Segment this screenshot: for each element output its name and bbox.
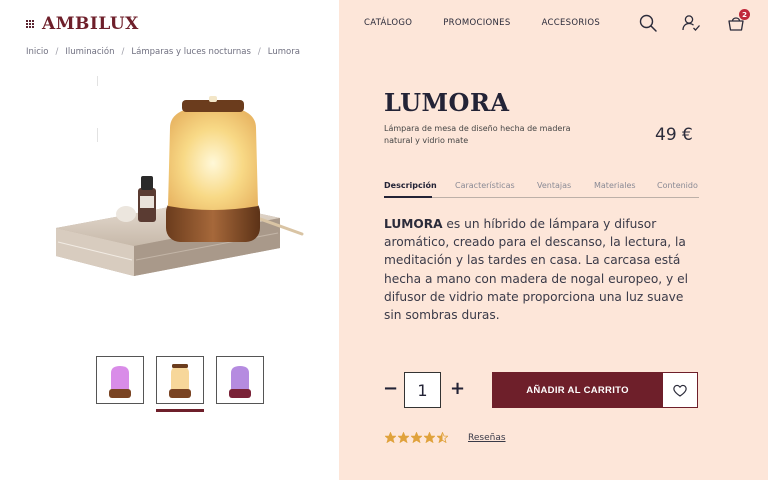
- breadcrumb-item-subcategory[interactable]: Lámparas y luces nocturnas: [131, 47, 251, 57]
- product-main-image: [52, 96, 312, 296]
- thumbnail-violet[interactable]: [96, 356, 144, 404]
- star-icon: [385, 432, 396, 443]
- breadcrumb-separator: /: [55, 47, 59, 57]
- rating-stars: [385, 432, 448, 443]
- quantity-increase-button[interactable]: +: [450, 378, 465, 399]
- breadcrumb-separator: /: [121, 47, 125, 57]
- product-price: 49 €: [655, 125, 693, 145]
- tab-contents[interactable]: Contenido: [657, 181, 698, 197]
- product-subtitle: Lámpara de mesa de diseño hecha de mader…: [384, 124, 571, 145]
- user-check-icon[interactable]: [681, 13, 701, 33]
- product-title: LUMORA: [384, 88, 510, 117]
- brand-logo[interactable]: AMBILUX: [26, 14, 139, 34]
- add-to-cart-button[interactable]: AÑADIR AL CARRITO: [492, 372, 663, 408]
- grid-menu-icon[interactable]: [26, 20, 34, 28]
- thumbnail-selected-indicator: [156, 409, 204, 412]
- tab-description[interactable]: Descripción: [384, 181, 455, 198]
- cart-count-badge: 2: [739, 9, 750, 20]
- tab-materials[interactable]: Materiales: [594, 181, 657, 197]
- star-icon: [411, 432, 422, 443]
- favorite-button[interactable]: [662, 372, 698, 408]
- nav-item-accessories[interactable]: ACCESORIOS: [542, 18, 601, 28]
- star-icon: [424, 432, 435, 443]
- divider: [97, 76, 98, 86]
- header-icons: 2: [638, 9, 750, 35]
- brand-name: AMBILUX: [42, 14, 139, 34]
- search-icon[interactable]: [638, 13, 658, 33]
- breadcrumb: Inicio / Iluminación / Lámparas y luces …: [26, 47, 300, 57]
- product-description: LUMORA es un híbrido de lámpara y difuso…: [384, 215, 704, 324]
- star-icon: [437, 432, 448, 443]
- main-nav: CATÁLOGO PROMOCIONES ACCESORIOS: [364, 18, 600, 28]
- breadcrumb-item-current: Lumora: [267, 47, 300, 57]
- star-icon: [398, 432, 409, 443]
- nav-item-promotions[interactable]: PROMOCIONES: [443, 18, 510, 28]
- heart-icon: [673, 384, 687, 397]
- description-body: es un híbrido de lámpara y difusor aromá…: [384, 217, 688, 323]
- thumbnail-lilac[interactable]: [216, 356, 264, 404]
- description-lead: LUMORA: [384, 217, 443, 231]
- basket-icon[interactable]: 2: [726, 9, 750, 33]
- breadcrumb-item-home[interactable]: Inicio: [26, 47, 49, 57]
- tab-features[interactable]: Características: [455, 181, 537, 197]
- breadcrumb-separator: /: [257, 47, 261, 57]
- reviews-link[interactable]: Reseñas: [468, 433, 506, 443]
- quantity-input[interactable]: 1: [404, 372, 441, 408]
- breadcrumb-item-category[interactable]: Iluminación: [65, 47, 114, 57]
- thumbnail-amber[interactable]: [156, 356, 204, 404]
- thumbnail-strip: [96, 356, 264, 404]
- nav-item-catalog[interactable]: CATÁLOGO: [364, 18, 412, 28]
- product-tabs: Descripción Características Ventajas Mat…: [384, 181, 699, 198]
- tab-advantages[interactable]: Ventajas: [537, 181, 594, 197]
- quantity-decrease-button[interactable]: −: [383, 378, 398, 399]
